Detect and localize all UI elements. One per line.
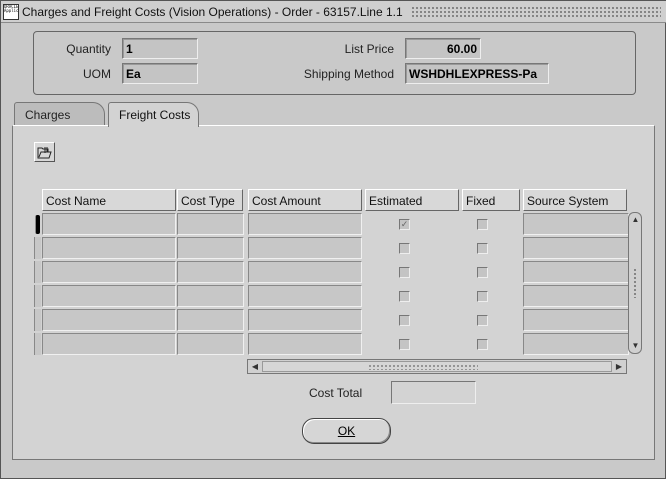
cost-amount-cell[interactable] (248, 261, 362, 283)
column-header-cost-amount[interactable]: Cost Amount (248, 189, 362, 211)
shipping-method-label: Shipping Method (303, 67, 394, 81)
cost-type-cell[interactable] (177, 261, 244, 283)
estimated-checkbox[interactable] (399, 315, 410, 326)
attachment-button[interactable] (34, 142, 55, 162)
vertical-scroll-thumb[interactable] (633, 268, 637, 298)
source-system-cell[interactable] (523, 213, 629, 235)
cost-amount-cell[interactable] (248, 333, 362, 355)
cost-name-cell[interactable] (42, 333, 176, 355)
cost-type-cell[interactable] (177, 309, 244, 331)
column-header-estimated[interactable]: Estimated (365, 189, 459, 211)
shipping-method-field[interactable]: WSHDHLEXPRESS-Pa (405, 63, 549, 84)
fixed-checkbox[interactable] (477, 315, 488, 326)
estimated-checkbox[interactable] (399, 339, 410, 350)
quantity-label: Quantity (66, 42, 111, 56)
row-selector[interactable] (34, 309, 41, 331)
estimated-checkbox[interactable]: ✓ (399, 219, 410, 230)
list-price-label: List Price (344, 42, 394, 56)
row-selector[interactable] (34, 237, 41, 259)
estimated-checkbox[interactable] (399, 291, 410, 302)
scroll-right-icon[interactable]: ▶ (613, 360, 625, 373)
scroll-up-icon[interactable]: ▲ (630, 214, 641, 226)
cost-name-cell[interactable] (42, 213, 176, 235)
source-system-cell[interactable] (523, 285, 629, 307)
list-price-field[interactable]: 60.00 (405, 38, 481, 59)
cost-amount-cell[interactable] (248, 237, 362, 259)
fixed-checkbox[interactable] (477, 219, 488, 230)
estimated-checkbox[interactable] (399, 267, 410, 278)
source-system-cell[interactable] (523, 333, 629, 355)
column-header-cost-name[interactable]: Cost Name (42, 189, 176, 211)
cost-type-cell[interactable] (177, 285, 244, 307)
column-header-fixed[interactable]: Fixed (462, 189, 520, 211)
quantity-field[interactable]: 1 (122, 38, 198, 59)
estimated-checkbox[interactable] (399, 243, 410, 254)
oracle-app-icon: ORACLE Applications (3, 3, 19, 20)
row-selector[interactable] (34, 261, 41, 283)
cost-type-cell[interactable] (177, 333, 244, 355)
ok-button-label: OK (337, 424, 356, 438)
dialog-window: ORACLE Applications Charges and Freight … (0, 0, 666, 479)
column-header-cost-type[interactable]: Cost Type (177, 189, 243, 211)
cost-name-cell[interactable] (42, 309, 176, 331)
row-selector[interactable] (34, 285, 41, 307)
horizontal-scrollbar[interactable]: ◀ ▶ (247, 359, 627, 374)
cost-amount-cell[interactable] (248, 309, 362, 331)
source-system-cell[interactable] (523, 237, 629, 259)
cost-name-cell[interactable] (42, 285, 176, 307)
ok-button[interactable]: OK (302, 418, 391, 444)
scroll-down-icon[interactable]: ▼ (630, 340, 641, 352)
row-selector[interactable] (35, 215, 40, 234)
horizontal-scroll-thumb[interactable] (368, 364, 478, 370)
row-selector[interactable] (34, 333, 41, 355)
uom-label: UOM (83, 67, 111, 81)
uom-field[interactable]: Ea (122, 63, 198, 84)
vertical-scrollbar[interactable]: ▲ ▼ (628, 212, 642, 354)
cost-name-cell[interactable] (42, 261, 176, 283)
cost-total-label: Cost Total (309, 386, 363, 400)
tab-freight-costs[interactable]: Freight Costs (108, 102, 199, 127)
cost-type-cell[interactable] (177, 213, 244, 235)
source-system-cell[interactable] (523, 261, 629, 283)
window-title: Charges and Freight Costs (Vision Operat… (22, 4, 403, 19)
cost-total-field[interactable] (391, 381, 476, 404)
cost-amount-cell[interactable] (248, 213, 362, 235)
scroll-left-icon[interactable]: ◀ (249, 360, 261, 373)
title-bar-grip (410, 5, 661, 18)
cost-name-cell[interactable] (42, 237, 176, 259)
cost-amount-cell[interactable] (248, 285, 362, 307)
column-header-source-system[interactable]: Source System (523, 189, 627, 211)
fixed-checkbox[interactable] (477, 291, 488, 302)
tab-charges[interactable]: Charges (14, 102, 105, 127)
fixed-checkbox[interactable] (477, 339, 488, 350)
fixed-checkbox[interactable] (477, 243, 488, 254)
cost-type-cell[interactable] (177, 237, 244, 259)
fixed-checkbox[interactable] (477, 267, 488, 278)
source-system-cell[interactable] (523, 309, 629, 331)
folder-paperclip-icon (37, 146, 52, 158)
title-bar[interactable]: ORACLE Applications Charges and Freight … (1, 1, 666, 23)
